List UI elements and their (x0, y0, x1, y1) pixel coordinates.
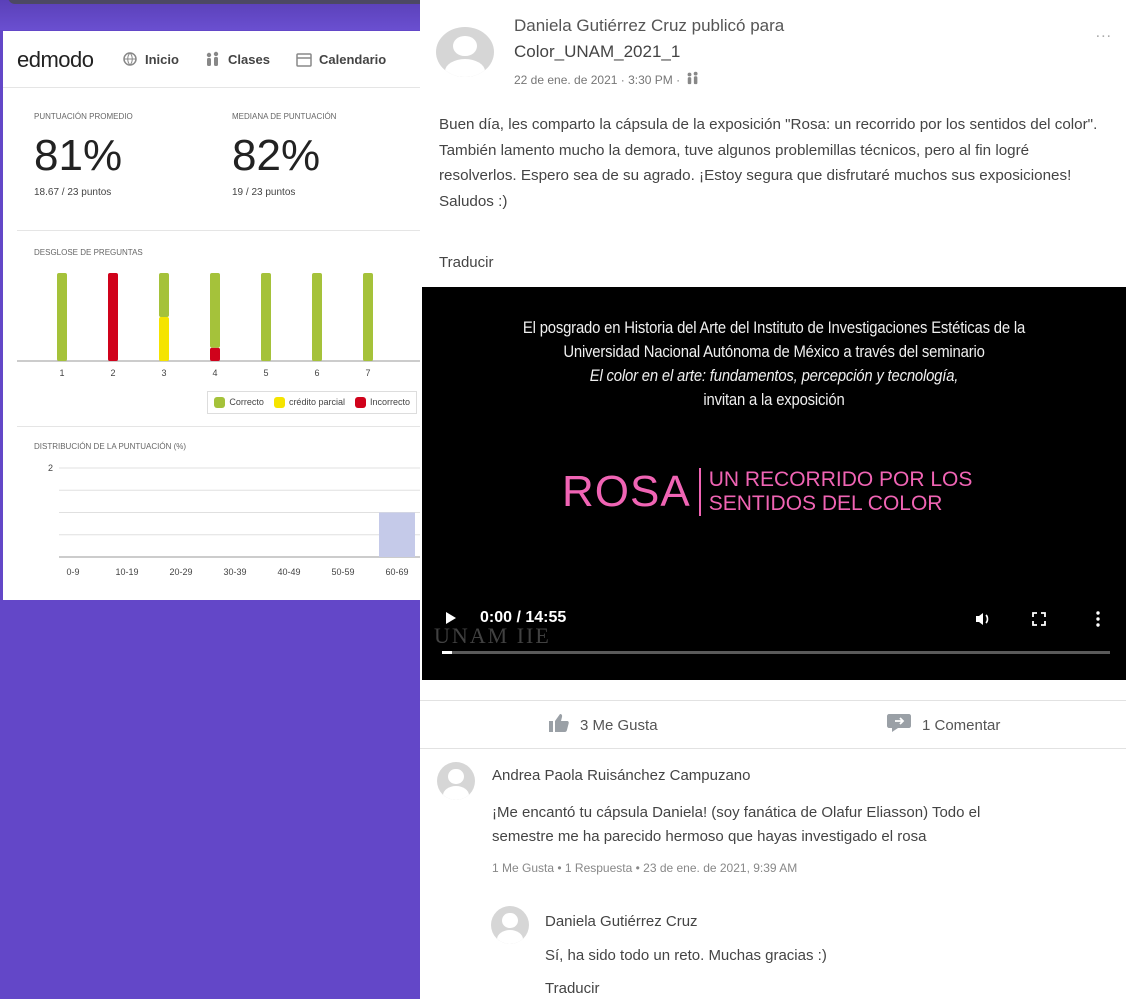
post-group[interactable]: Color_UNAM_2021_1 (514, 42, 680, 62)
average-score: PUNTUACIÓN PROMEDIO 81% 18.67 / 23 punto… (34, 112, 133, 198)
reply-avatar[interactable] (491, 906, 529, 944)
globe-icon (121, 51, 139, 67)
reply-author[interactable]: Daniela Gutiérrez Cruz (545, 913, 698, 930)
score-distribution: DISTRIBUCIÓN DE LA PUNTUACIÓN (%) 2 0-9 10… (17, 427, 421, 597)
question-tick-label: 3 (161, 368, 166, 378)
distribution-tick-label: 50-59 (331, 567, 354, 577)
divider (420, 700, 1126, 701)
video-text-line1: El posgrado en Historia del Arte del Ins… (522, 319, 1026, 337)
distribution-bar (379, 512, 415, 557)
median-score-label: MEDIANA DE PUNTUACIÓN (232, 112, 337, 121)
question-tick-label: 4 (212, 368, 217, 378)
video-title-separator (698, 468, 701, 516)
question-bar-segment (210, 347, 220, 361)
calendar-icon (295, 51, 313, 67)
median-score: MEDIANA DE PUNTUACIÓN 82% 19 / 23 puntos (232, 112, 336, 198)
average-score-label: PUNTUACIÓN PROMEDIO (34, 112, 133, 121)
scores-section: PUNTUACIÓN PROMEDIO 81% 18.67 / 23 punto… (17, 88, 421, 231)
legend-partial: crédito parcial (273, 397, 345, 409)
comment-text-line1: ¡Me encantó tu cápsula Daniela! (soy fan… (492, 804, 981, 821)
average-score-value: 81% (34, 131, 123, 180)
questions-legend: Correcto crédito parcial Incorrecto (207, 391, 417, 415)
comment-icon (886, 713, 912, 737)
post-body: Buen día, les comparto la cápsula de la … (439, 116, 1098, 210)
nav-inicio[interactable]: Inicio (121, 51, 179, 67)
question-tick-label: 2 (110, 368, 115, 378)
post-date[interactable]: 22 de ene. de 2021 · 3:30 PM · (514, 73, 680, 87)
fullscreen-icon[interactable] (1032, 612, 1046, 631)
question-bar-segment (210, 273, 220, 348)
commenter-avatar[interactable] (437, 762, 475, 800)
author-avatar[interactable] (436, 27, 494, 77)
video-title: ROSA UN RECORRIDO POR LOS SENTIDOS DEL CO… (562, 467, 972, 517)
nav-clases-label: Clases (228, 51, 270, 67)
comment-text-line2: semestre me ha parecido hermoso que haya… (492, 828, 927, 845)
question-tick-label: 7 (365, 368, 370, 378)
like-count: 3 Me Gusta (580, 716, 658, 734)
thumbs-up-icon (548, 713, 570, 737)
question-bar-segment (57, 273, 67, 361)
reply-text: Sí, ha sido todo un reto. Muchas gracias… (545, 947, 827, 964)
questions-breakdown: DESGLOSE DE PREGUNTAS 1234567 Correcto c… (17, 231, 421, 427)
nav-clases[interactable]: Clases (204, 51, 270, 67)
distribution-tick-label: 20-29 (169, 567, 192, 577)
question-bar-segment (159, 273, 169, 317)
nav-calendario[interactable]: Calendario (295, 51, 386, 67)
distribution-tick-label: 60-69 (385, 567, 408, 577)
nav-inicio-label: Inicio (145, 51, 179, 67)
video-time: 0:00 / 14:55 (480, 609, 567, 626)
more-options-icon[interactable]: ... (1096, 24, 1112, 42)
comment-count: 1 Comentar (922, 716, 1001, 734)
nav-calendario-label: Calendario (319, 51, 387, 67)
average-score-points: 18.67 / 23 puntos (34, 187, 112, 198)
post-meta: 22 de ene. de 2021 · 3:30 PM · (514, 71, 701, 88)
video-progress-bar[interactable] (442, 651, 1110, 654)
question-bar-segment (363, 273, 373, 361)
post-author[interactable]: Daniela Gutiérrez Cruz publicó para (514, 16, 784, 36)
distribution-tick-label: 40-49 (277, 567, 300, 577)
video-title-big: ROSA (562, 467, 691, 516)
people-icon (204, 51, 222, 67)
question-bar-segment (108, 273, 118, 361)
translate-reply-link[interactable]: Traducir (545, 977, 599, 999)
video-text-line3: El color en el arte: fundamentos, percep… (589, 367, 959, 385)
edmodo-logo[interactable]: edmodo (17, 47, 94, 73)
comment-author[interactable]: Andrea Paola Ruisánchez Campuzano (492, 767, 751, 784)
distribution-chart: 2 0-9 10-19 20-29 30-39 40-49 50-59 60-69 (48, 463, 421, 577)
edmodo-panel: edmodo Inicio Clases Calendario PUNTUACI… (3, 31, 435, 600)
question-bar-segment (312, 273, 322, 361)
median-score-points: 19 / 23 puntos (232, 187, 296, 198)
y-tick-label: 2 (48, 463, 53, 473)
distribution-tick-label: 0-9 (66, 567, 79, 577)
question-bar-segment (159, 317, 169, 361)
legend-correct: Correcto (214, 397, 264, 409)
video-text-line2: Universidad Nacional Autónoma de México … (563, 343, 985, 361)
video-text-line4: invitan a la exposición (703, 391, 845, 409)
translate-post-link[interactable]: Traducir (439, 254, 493, 271)
play-icon[interactable] (444, 610, 458, 631)
distribution-tick-label: 30-39 (223, 567, 246, 577)
median-score-value: 82% (232, 131, 321, 180)
volume-icon[interactable] (974, 611, 992, 632)
video-player[interactable]: El posgrado en Historia del Arte del Ins… (422, 287, 1126, 680)
distribution-tick-label: 10-19 (115, 567, 138, 577)
video-title-small: UN RECORRIDO POR LOS SENTIDOS DEL COLOR (708, 468, 973, 515)
divider (420, 748, 1126, 749)
question-tick-label: 5 (263, 368, 268, 378)
edmodo-navbar: edmodo Inicio Clases Calendario (3, 31, 435, 88)
post-panel: Daniela Gutiérrez Cruz publicó para Colo… (420, 0, 1126, 999)
comment-button[interactable]: 1 Comentar (886, 713, 1000, 737)
comment-meta[interactable]: 1 Me Gusta • 1 Respuesta • 23 de ene. de… (492, 861, 797, 875)
like-button[interactable]: 3 Me Gusta (548, 713, 658, 737)
question-tick-label: 6 (314, 368, 319, 378)
video-progress-fill (442, 651, 452, 654)
question-tick-label: 1 (59, 368, 64, 378)
legend-incorrect: Incorrecto (354, 397, 410, 409)
video-more-icon[interactable] (1095, 611, 1101, 632)
people-icon (685, 71, 701, 88)
questions-chart: 1 2 3 4 5 6 7 (17, 273, 421, 378)
question-bar-segment (261, 273, 271, 361)
